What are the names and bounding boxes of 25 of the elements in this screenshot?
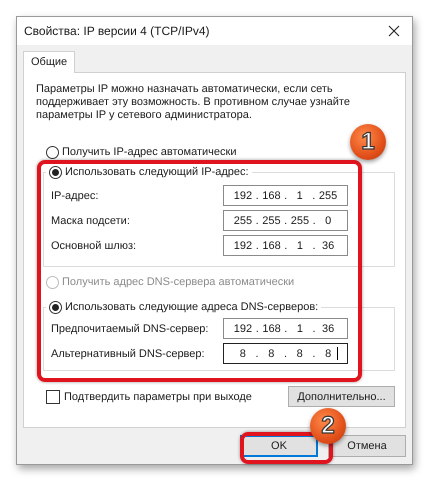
ip-address-field[interactable]: 8 . 8 . 8 . 8 bbox=[223, 343, 348, 364]
ip-address-field[interactable]: 192 . 168 . 1 . 255 bbox=[223, 185, 348, 206]
ok-button[interactable]: OK bbox=[240, 435, 318, 457]
radio-label[interactable]: Использовать следующие адреса DNS-серверов: bbox=[65, 300, 318, 314]
field-label: Предпочитаемый DNS-сервер: bbox=[51, 322, 208, 334]
field-label: IP-адрес: bbox=[51, 190, 98, 202]
ip-address-field[interactable]: 255 . 255 . 255 . 0 bbox=[223, 210, 348, 231]
description-text: Параметры IP можно назначать автоматически, если сеть поддерживает эту возможность. В противном случае узнайте параметры IP у сетевого администратора. bbox=[36, 83, 351, 122]
radio-label[interactable]: Использовать следующий IP-адрес: bbox=[65, 165, 249, 179]
radio-button[interactable] bbox=[46, 146, 59, 158]
ip-address-field[interactable]: 192 . 168 . 1 . 36 bbox=[223, 318, 348, 339]
radio-label[interactable]: Получить IP-адрес автоматически bbox=[62, 145, 236, 159]
field-label: Основной шлюз: bbox=[51, 240, 136, 252]
checkbox[interactable] bbox=[46, 390, 60, 404]
tab[interactable]: Общие bbox=[23, 51, 76, 73]
field-label: Альтернативный DNS-сервер: bbox=[51, 348, 205, 360]
ip-address-field[interactable]: 192 . 168 . 1 . 36 bbox=[223, 235, 348, 256]
advanced-button[interactable]: Дополнительно... bbox=[288, 386, 395, 407]
cancel-button[interactable]: Отмена bbox=[328, 435, 406, 457]
close-icon[interactable] bbox=[388, 25, 400, 37]
radio-button[interactable] bbox=[49, 300, 62, 314]
window-title: Свойства: IP версии 4 (TCP/IPv4) bbox=[24, 24, 210, 38]
radio-button[interactable] bbox=[49, 166, 62, 178]
checkbox-label[interactable]: Подтвердить параметры при выходе bbox=[64, 390, 252, 402]
field-label: Маска подсети: bbox=[51, 214, 130, 226]
